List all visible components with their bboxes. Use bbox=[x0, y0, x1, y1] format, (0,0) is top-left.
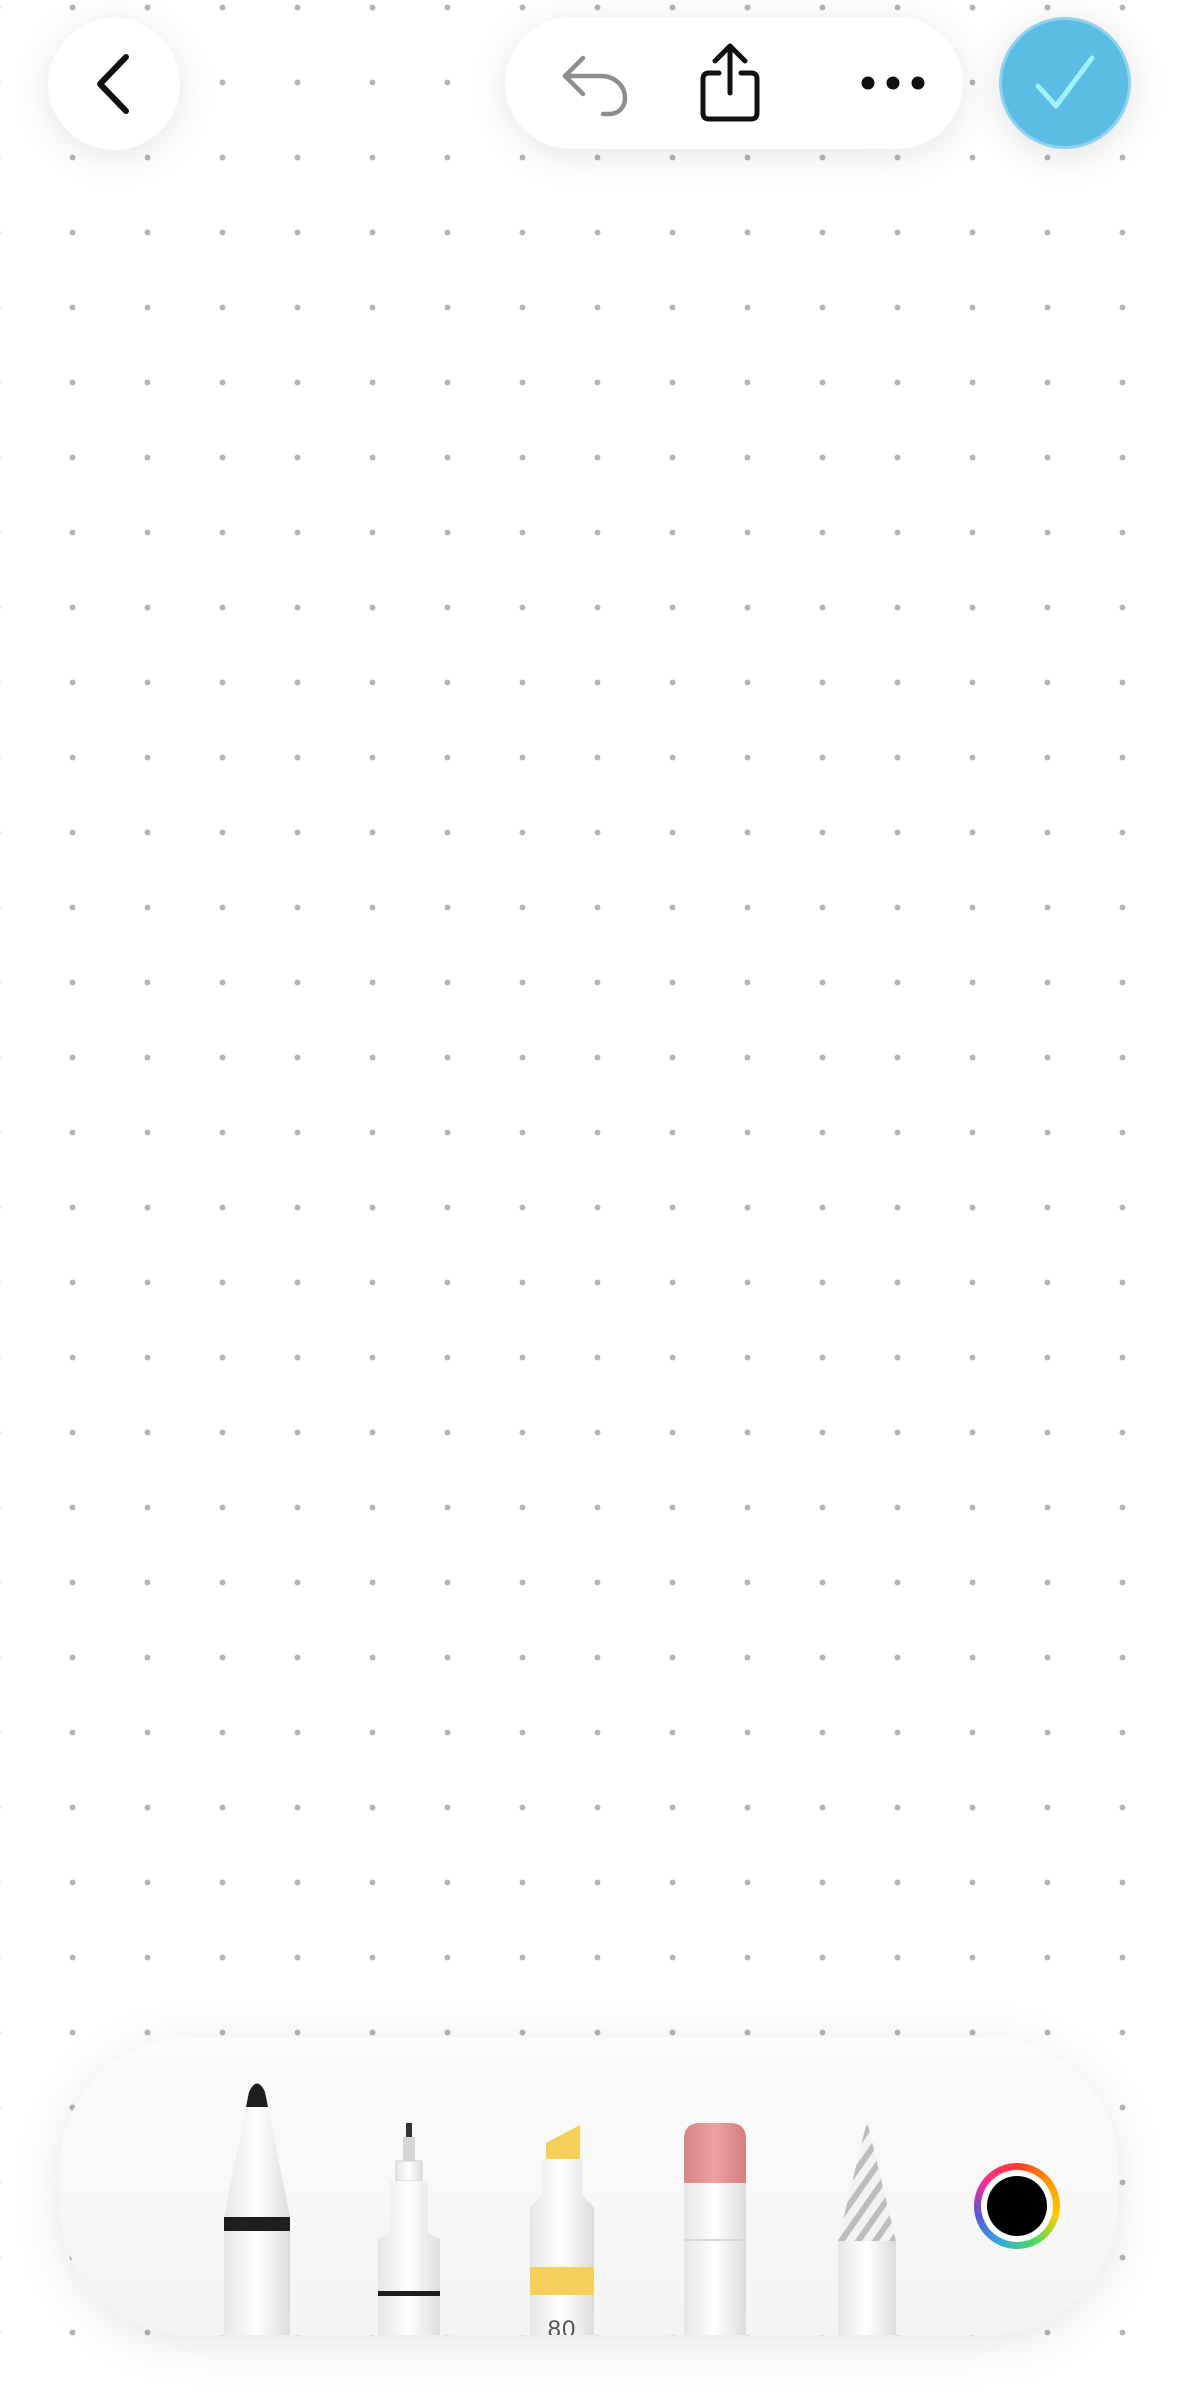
share-icon bbox=[700, 43, 760, 122]
fineliner-tool-icon bbox=[378, 2123, 440, 2335]
ellipsis-icon bbox=[861, 76, 925, 90]
current-color-swatch bbox=[987, 2176, 1047, 2236]
highlighter-tool[interactable]: 80 bbox=[528, 2125, 596, 2335]
undo-arrow-icon bbox=[562, 55, 628, 117]
highlighter-opacity-label: 80 bbox=[547, 2316, 577, 2335]
chevron-left-icon bbox=[97, 54, 129, 114]
pen-tool-icon bbox=[224, 2081, 290, 2335]
pencil-tool[interactable] bbox=[836, 2121, 898, 2335]
undo-button[interactable] bbox=[535, 17, 655, 149]
tool-palette: 80 bbox=[60, 2037, 1118, 2335]
action-pill bbox=[505, 17, 963, 149]
color-picker-ring bbox=[981, 2170, 1053, 2242]
share-button[interactable] bbox=[670, 17, 790, 149]
checkmark-icon bbox=[1035, 55, 1095, 109]
fineliner-tool[interactable] bbox=[376, 2123, 442, 2335]
more-button[interactable] bbox=[833, 17, 953, 149]
pencil-tool-icon bbox=[838, 2121, 896, 2335]
back-button[interactable] bbox=[48, 18, 180, 150]
color-picker[interactable] bbox=[974, 2163, 1060, 2249]
pen-tool[interactable] bbox=[222, 2077, 292, 2335]
eraser-tool-icon bbox=[684, 2123, 746, 2335]
eraser-tool[interactable] bbox=[682, 2123, 748, 2335]
highlighter-tool-icon bbox=[530, 2125, 594, 2335]
done-button[interactable] bbox=[999, 17, 1131, 149]
